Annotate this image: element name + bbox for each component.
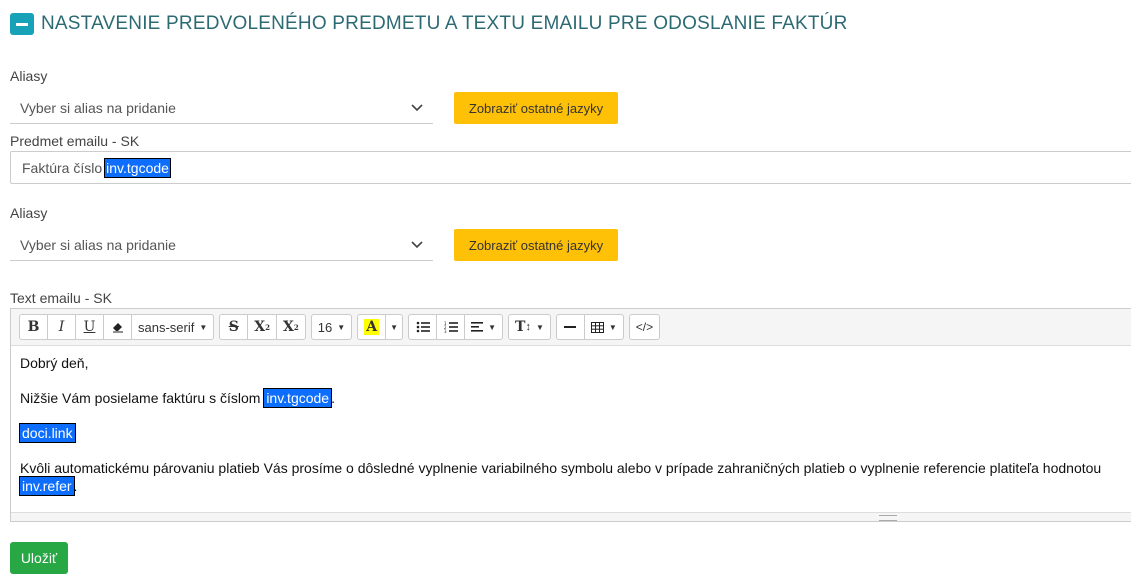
resize-grip-icon (879, 515, 897, 521)
strikethrough-button[interactable]: S (219, 314, 249, 340)
underline-button[interactable]: U (75, 314, 104, 340)
email-line-invoice-text: Nižšie Vám posielame faktúru s číslom (20, 390, 261, 406)
collapse-button[interactable] (10, 13, 34, 35)
alias-select-text[interactable]: Vyber si alias na pridanie (10, 229, 433, 261)
svg-text:3: 3 (444, 329, 447, 333)
rich-text-editor[interactable]: B I U sans-serif ▼ S X2 X2 16 ▼ A ▼ 1 2 … (10, 308, 1131, 522)
code-view-button[interactable]: </> (628, 314, 661, 340)
font-size-value: 16 (317, 319, 333, 335)
alias-tag: inv.tgcode (263, 388, 333, 408)
align-left-icon (471, 322, 484, 332)
font-family-value: sans-serif (138, 319, 195, 335)
alias-select-placeholder: Vyber si alias na pridanie (20, 99, 176, 116)
email-line-payment: Kvôli automatickému párovaniu platieb Vá… (19, 459, 1130, 496)
color-dropdown[interactable]: ▼ (385, 314, 404, 340)
ordered-list-button[interactable]: 123 (436, 314, 466, 340)
subscript-icon: 2 (293, 322, 299, 332)
email-greeting: Dobrý deň, (20, 355, 89, 371)
email-line-invoice: Nižšie Vám posielame faktúru s číslom in… (20, 388, 1130, 408)
alias-select-placeholder: Vyber si alias na pridanie (20, 236, 176, 253)
alias-label-subject: Aliasy (10, 68, 48, 84)
caret-down-icon: ▼ (488, 322, 497, 332)
alias-label-text: Aliasy (10, 205, 48, 221)
bold-button[interactable]: B (19, 314, 48, 340)
caret-down-icon: ▼ (337, 322, 346, 332)
email-line-link: doci.link (19, 423, 1130, 443)
page-title: NASTAVENIE PREDVOLENÉHO PREDMETU A TEXTU… (41, 13, 848, 34)
highlight-color-button[interactable]: A (357, 314, 387, 340)
editor-resize-bar[interactable] (11, 512, 1131, 521)
updown-arrow-icon: ↕ (525, 321, 531, 333)
section-header: NASTAVENIE PREDVOLENÉHO PREDMETU A TEXTU… (10, 13, 848, 35)
show-languages-button-text[interactable]: Zobraziť ostatné jazyky (454, 229, 618, 261)
numbered-list-icon: 123 (444, 321, 458, 333)
alias-select-subject[interactable]: Vyber si alias na pridanie (10, 92, 433, 124)
subject-label: Predmet emailu - SK (10, 133, 140, 149)
editor-toolbar: B I U sans-serif ▼ S X2 X2 16 ▼ A ▼ 1 2 … (11, 309, 1131, 346)
subscript-letter: X (283, 319, 294, 335)
highlight-icon: A (364, 319, 380, 335)
align-dropdown[interactable]: ▼ (464, 314, 504, 340)
chevron-down-icon (411, 241, 423, 249)
caret-down-icon: ▼ (608, 322, 617, 332)
superscript-icon: 2 (265, 322, 271, 332)
email-line-payment-text: Kvôli automatickému párovaniu platieb Vá… (20, 460, 1102, 476)
table-dropdown[interactable]: ▼ (583, 314, 624, 340)
subject-prefix: Faktúra číslo (22, 159, 103, 176)
table-icon (590, 321, 604, 333)
superscript-letter: X (254, 319, 266, 335)
eraser-icon (112, 323, 123, 333)
alias-tag: inv.refer (19, 476, 75, 496)
editor-content[interactable]: Dobrý deň, Nižšie Vám posielame faktúru … (11, 346, 1131, 521)
text-height-icon: T (515, 319, 526, 335)
save-button[interactable]: Uložiť (10, 542, 68, 574)
subject-input[interactable]: Faktúra číslo inv.tgcode (10, 151, 1131, 184)
bullet-list-icon (416, 321, 430, 333)
alias-tag: doci.link (19, 423, 76, 443)
font-size-dropdown[interactable]: 16 ▼ (310, 314, 353, 340)
subscript-button[interactable]: X2 (276, 314, 306, 340)
superscript-button[interactable]: X2 (247, 314, 278, 340)
eraser-button[interactable] (103, 314, 132, 340)
horizontal-rule-button[interactable] (555, 314, 585, 340)
minus-icon (16, 22, 28, 26)
alias-tag: inv.tgcode (104, 157, 171, 178)
email-text-label: Text emailu - SK (10, 290, 112, 306)
email-line-payment-end: . (73, 478, 78, 494)
font-family-dropdown[interactable]: sans-serif ▼ (131, 314, 215, 340)
email-line-invoice-end: . (331, 390, 335, 406)
chevron-down-icon (411, 104, 423, 112)
caret-down-icon: ▼ (199, 322, 208, 332)
italic-button[interactable]: I (47, 314, 76, 340)
caret-down-icon: ▼ (535, 322, 544, 332)
horizontal-rule-icon (564, 326, 577, 328)
show-languages-button-subject[interactable]: Zobraziť ostatné jazyky (454, 92, 618, 124)
line-height-dropdown[interactable]: T ↕ ▼ (508, 314, 551, 340)
caret-down-icon: ▼ (390, 322, 399, 332)
unordered-list-button[interactable] (408, 314, 438, 340)
